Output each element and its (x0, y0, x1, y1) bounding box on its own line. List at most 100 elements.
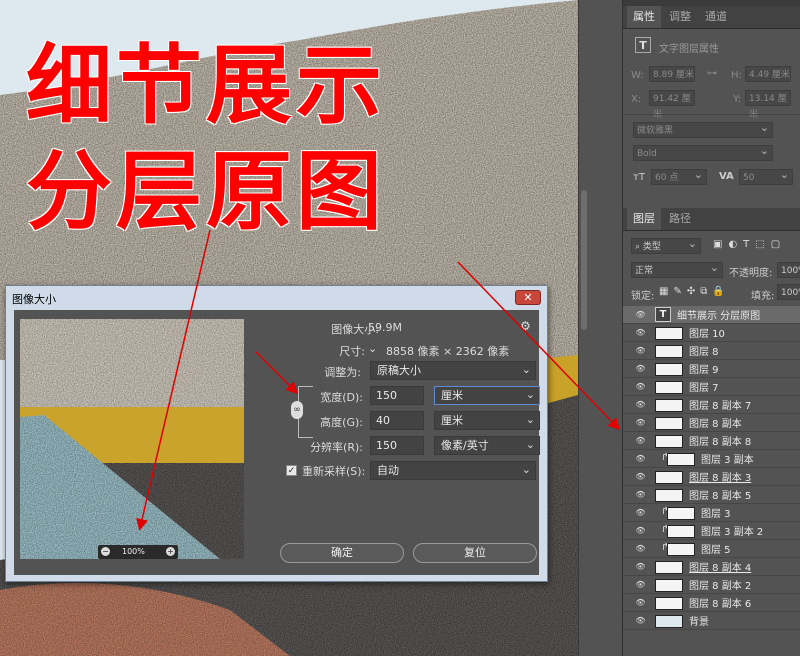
height-unit-select[interactable]: 厘米 ⌄ (434, 411, 540, 430)
width-unit: 厘米 (441, 389, 463, 402)
eye-icon[interactable]: 👁 (635, 615, 646, 626)
canvas-scrollbar[interactable] (581, 190, 587, 330)
layer-filter-select[interactable]: ⌕ 类型 (631, 236, 701, 254)
eye-icon[interactable]: 👁 (635, 597, 646, 608)
layer-thumbnail (655, 615, 683, 628)
layer-thumbnail (655, 363, 683, 376)
image-preview[interactable]: − 100% + (20, 319, 244, 559)
layer-row[interactable]: 👁 图层 8 副本 8 (623, 432, 800, 450)
height-input[interactable]: 40 (370, 411, 424, 430)
dimensions-dropdown-icon[interactable]: ⌄ (368, 342, 377, 355)
resolution-input[interactable]: 150 (370, 436, 424, 455)
font-family-select[interactable]: 微软雅黑 (633, 120, 773, 138)
tab-adjustments[interactable]: 调整 (663, 6, 697, 28)
layer-row[interactable]: 👁 T 细节展示 分层原图 (623, 306, 800, 324)
layer-row[interactable]: 👁 图层 8 副本 7 (623, 396, 800, 414)
eye-icon[interactable]: 👁 (635, 453, 646, 464)
eye-icon[interactable]: 👁 (635, 399, 646, 410)
layer-row[interactable]: 👁 ↱ 图层 3 (623, 504, 800, 522)
layer-row[interactable]: 👁 图层 8 (623, 342, 800, 360)
y-field[interactable]: 13.14 厘米 (745, 90, 791, 120)
tab-properties[interactable]: 属性 (627, 6, 661, 28)
layer-thumbnail (655, 327, 683, 340)
layer-name: 图层 3 副本 (701, 455, 754, 466)
eye-icon[interactable]: 👁 (635, 435, 646, 446)
resample-select[interactable]: 自动 ⌄ (370, 461, 536, 480)
layer-thumbnail (667, 453, 695, 466)
eye-icon[interactable]: 👁 (635, 507, 646, 518)
layer-name: 图层 3 (701, 509, 731, 520)
image-size-value: 59.9M (368, 321, 402, 334)
fit-select[interactable]: 原稿大小 ⌄ (370, 361, 536, 380)
layer-filter-icons[interactable]: ▣◐T⬚▢ (713, 239, 786, 250)
layer-row[interactable]: 👁 图层 10 (623, 324, 800, 342)
width-unit-select[interactable]: 厘米 ⌄ (434, 386, 540, 405)
x-field[interactable]: 91.42 厘米 (649, 90, 695, 120)
layer-row[interactable]: 👁 图层 8 副本 3 (623, 468, 800, 486)
reset-button[interactable]: 复位 (413, 543, 537, 563)
eye-icon[interactable]: 👁 (635, 525, 646, 536)
fit-label: 调整为: (324, 366, 361, 379)
layer-row[interactable]: 👁 ↱ 图层 5 (623, 540, 800, 558)
tab-paths[interactable]: 路径 (663, 208, 697, 230)
gear-icon[interactable]: ⚙ (520, 319, 531, 333)
layer-row[interactable]: 👁 图层 8 副本 4 (623, 558, 800, 576)
close-button[interactable]: ✕ (515, 290, 541, 305)
layer-row[interactable]: 👁 ↱ 图层 3 副本 2 (623, 522, 800, 540)
eye-icon[interactable]: 👁 (635, 381, 646, 392)
eye-icon[interactable]: 👁 (635, 363, 646, 374)
lock-icons[interactable]: ▦✎✣⧉🔒 (659, 286, 730, 297)
link-icon[interactable]: ⊶ (707, 68, 717, 79)
tab-channels[interactable]: 通道 (699, 6, 733, 28)
layer-row[interactable]: 👁 图层 7 (623, 378, 800, 396)
resolution-unit-select[interactable]: 像素/英寸 ⌄ (434, 436, 540, 455)
eye-icon[interactable]: 👁 (635, 561, 646, 572)
height-unit: 厘米 (441, 414, 463, 427)
opacity-field[interactable]: 100% (777, 262, 800, 278)
layer-row[interactable]: 👁 ↱ 图层 3 副本 (623, 450, 800, 468)
w-field[interactable]: 8.89 厘米 (649, 66, 695, 82)
fill-field[interactable]: 100% (777, 284, 800, 300)
layer-name: 图层 8 副本 (689, 419, 742, 430)
chevron-down-icon: ⌄ (525, 438, 535, 451)
layer-row[interactable]: 👁 图层 8 副本 5 (623, 486, 800, 504)
blend-mode-select[interactable]: 正常 (631, 260, 723, 278)
ok-button[interactable]: 确定 (280, 543, 404, 563)
layer-row[interactable]: 👁 背景 (623, 612, 800, 630)
preview-zoom-bar: − 100% + (98, 545, 178, 559)
zoom-in-icon[interactable]: + (166, 547, 175, 556)
eye-icon[interactable]: 👁 (635, 579, 646, 590)
search-icon: ⌕ (635, 242, 643, 252)
tracking-select[interactable]: 50 (739, 167, 793, 185)
layer-row[interactable]: 👁 图层 9 (623, 360, 800, 378)
font-style-select[interactable]: Bold (633, 143, 773, 161)
tab-layers[interactable]: 图层 (627, 208, 661, 230)
resample-value: 自动 (377, 464, 399, 477)
headline-line-1: 细节展示 (26, 36, 386, 136)
layer-name: 图层 8 副本 4 (689, 563, 752, 574)
zoom-out-icon[interactable]: − (101, 547, 110, 556)
eye-icon[interactable]: 👁 (635, 471, 646, 482)
dimensions-label: 尺寸: (339, 345, 365, 358)
layer-row[interactable]: 👁 图层 8 副本 (623, 414, 800, 432)
chevron-down-icon: ⌄ (521, 463, 531, 476)
width-input[interactable]: 150 (370, 386, 424, 405)
layer-row[interactable]: 👁 图层 8 副本 6 (623, 594, 800, 612)
layer-row[interactable]: 👁 图层 8 副本 2 (623, 576, 800, 594)
eye-icon[interactable]: 👁 (635, 345, 646, 356)
layer-thumbnail (655, 579, 683, 592)
eye-icon[interactable]: 👁 (635, 489, 646, 500)
eye-icon[interactable]: 👁 (635, 327, 646, 338)
resample-checkbox[interactable]: ✓ (286, 465, 297, 476)
font-size-select[interactable]: 60 点 (651, 167, 707, 185)
eye-icon[interactable]: 👁 (635, 543, 646, 554)
eye-icon[interactable]: 👁 (635, 417, 646, 428)
h-label: H: (731, 70, 742, 81)
dialog-titlebar[interactable]: 图像大小 ✕ (6, 286, 547, 310)
chevron-down-icon: ⌄ (525, 388, 535, 401)
layer-name: 图层 8 副本 3 (689, 473, 752, 484)
chevron-down-icon: ⌄ (521, 363, 531, 376)
h-field[interactable]: 4.49 厘米 (745, 66, 791, 82)
eye-icon[interactable]: 👁 (635, 309, 646, 320)
layer-thumbnail (655, 597, 683, 610)
